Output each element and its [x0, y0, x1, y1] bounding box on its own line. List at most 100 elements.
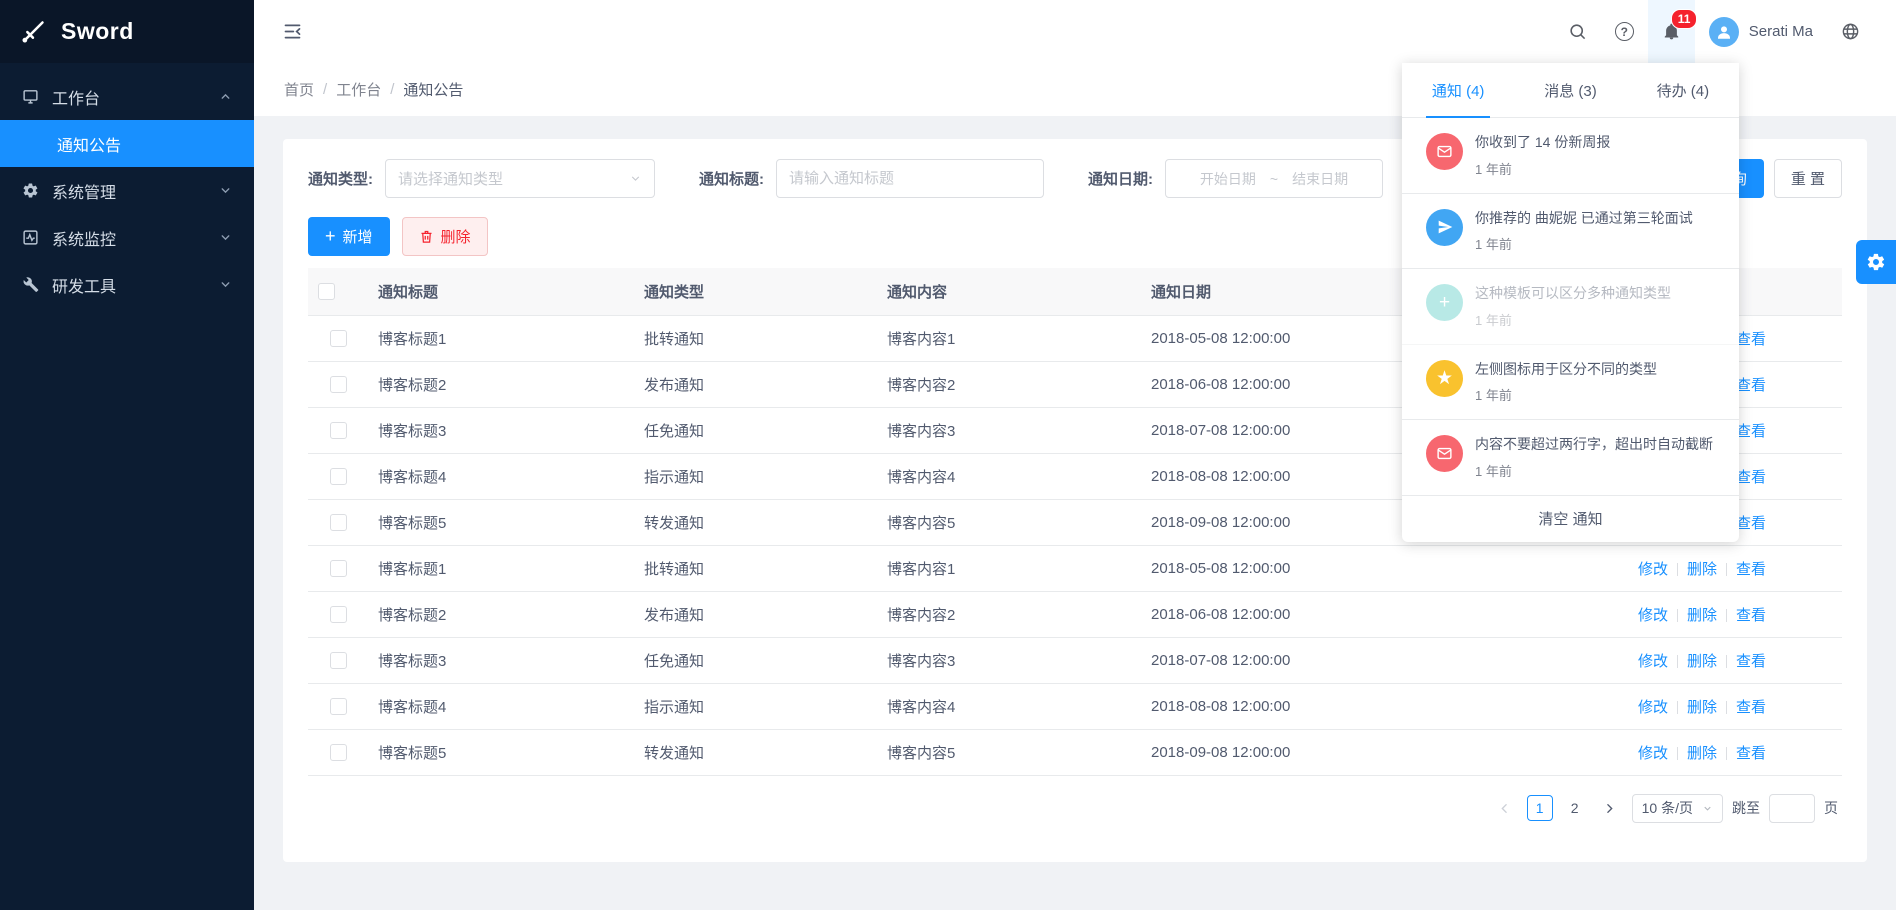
date-start-placeholder: 开始日期 [1200, 169, 1256, 189]
page-number-1[interactable]: 1 [1527, 795, 1553, 821]
reset-button[interactable]: 重 置 [1774, 159, 1842, 198]
theme-settings-button[interactable] [1856, 240, 1896, 284]
notice-type-select[interactable]: 请选择通知类型 [385, 159, 655, 198]
delete-button[interactable]: 删除 [402, 217, 488, 256]
notification-item[interactable]: ★ 左侧图标用于区分不同的类型 1 年前 [1402, 345, 1739, 421]
view-link[interactable]: 查看 [1736, 607, 1766, 624]
delete-link[interactable]: 删除 [1687, 745, 1717, 762]
delete-link[interactable]: 删除 [1687, 699, 1717, 716]
chevron-down-icon [219, 231, 232, 244]
chevron-down-icon [219, 278, 232, 291]
view-link[interactable]: 查看 [1736, 331, 1766, 348]
cell-date: 2018-07-08 12:00:00 [1141, 407, 1421, 453]
menu-fold-icon[interactable] [276, 15, 309, 48]
jump-page-input[interactable] [1769, 794, 1815, 823]
sidebar-item-notice[interactable]: 通知公告 [0, 120, 254, 167]
edit-link[interactable]: 修改 [1638, 561, 1668, 578]
select-all-checkbox[interactable] [318, 283, 335, 300]
chevron-down-icon [219, 184, 232, 197]
help-icon[interactable]: ? [1601, 0, 1648, 63]
filter-title-label: 通知标题: [699, 168, 764, 189]
page-size-select[interactable]: 10 条/页 [1632, 794, 1723, 823]
cell-content: 博客内容3 [877, 637, 1141, 683]
breadcrumb-workbench[interactable]: 工作台 [336, 79, 381, 100]
column-title: 通知标题 [368, 268, 634, 315]
cell-content: 博客内容1 [877, 545, 1141, 591]
cell-title: 博客标题3 [368, 637, 634, 683]
filter-group-title: 通知标题: [699, 159, 1044, 198]
send-icon [1426, 209, 1463, 246]
row-checkbox[interactable] [330, 560, 347, 577]
table-row: 博客标题3 任免通知 博客内容3 2018-07-08 12:00:00 修改删… [308, 637, 1842, 683]
view-link[interactable]: 查看 [1736, 469, 1766, 486]
notice-title-input[interactable] [776, 159, 1044, 198]
notification-body: 你推荐的 曲妮妮 已通过第三轮面试 1 年前 [1475, 209, 1693, 254]
row-checkbox[interactable] [330, 468, 347, 485]
tab-message[interactable]: 消息 (3) [1514, 63, 1626, 117]
breadcrumb-home[interactable]: 首页 [284, 79, 314, 100]
sidebar-item-system[interactable]: 系统管理 [0, 167, 254, 214]
notification-title: 这种模板可以区分多种通知类型 [1475, 284, 1671, 304]
star-glyph: ★ [1436, 369, 1453, 388]
row-checkbox[interactable] [330, 514, 347, 531]
view-link[interactable]: 查看 [1736, 699, 1766, 716]
row-checkbox[interactable] [330, 330, 347, 347]
gear-icon [22, 182, 39, 199]
edit-link[interactable]: 修改 [1638, 745, 1668, 762]
pagination: 1 2 10 条/页 跳至 页 [308, 794, 1842, 823]
cell-date: 2018-09-08 12:00:00 [1141, 499, 1421, 545]
row-checkbox[interactable] [330, 652, 347, 669]
row-checkbox[interactable] [330, 744, 347, 761]
date-range-picker[interactable]: 开始日期 ~ 结束日期 [1165, 159, 1383, 198]
edit-link[interactable]: 修改 [1638, 653, 1668, 670]
chevron-up-icon [219, 90, 232, 103]
notification-item[interactable]: 你推荐的 曲妮妮 已通过第三轮面试 1 年前 [1402, 194, 1739, 270]
sidebar-item-workbench[interactable]: 工作台 [0, 73, 254, 120]
row-checkbox[interactable] [330, 422, 347, 439]
plus-glyph: + [1439, 293, 1450, 312]
sidebar-item-monitor[interactable]: 系统监控 [0, 214, 254, 261]
cell-type: 指示通知 [634, 683, 877, 729]
add-button-label: 新增 [343, 226, 373, 247]
notification-time: 1 年前 [1475, 464, 1512, 479]
avatar [1709, 17, 1739, 47]
notification-item[interactable]: 你收到了 14 份新周报 1 年前 [1402, 118, 1739, 194]
sidebar: Sword 工作台 通知公告 系统管理 [0, 0, 254, 910]
wrench-icon [22, 276, 39, 293]
mail-icon [1426, 435, 1463, 472]
tab-notice[interactable]: 通知 (4) [1402, 63, 1514, 117]
delete-link[interactable]: 删除 [1687, 607, 1717, 624]
row-checkbox[interactable] [330, 376, 347, 393]
view-link[interactable]: 查看 [1736, 653, 1766, 670]
page-number-2[interactable]: 2 [1562, 795, 1588, 821]
view-link[interactable]: 查看 [1736, 377, 1766, 394]
language-globe-icon[interactable] [1827, 0, 1874, 63]
add-button[interactable]: + 新增 [308, 217, 390, 256]
clear-notifications-button[interactable]: 清空 通知 [1402, 496, 1739, 542]
sidebar-item-label: 系统管理 [52, 179, 116, 203]
view-link[interactable]: 查看 [1736, 561, 1766, 578]
next-page-icon[interactable] [1597, 795, 1623, 821]
table-row: 博客标题2 发布通知 博客内容2 2018-06-08 12:00:00 修改删… [308, 591, 1842, 637]
plus-icon: + [325, 227, 336, 245]
edit-link[interactable]: 修改 [1638, 699, 1668, 716]
view-link[interactable]: 查看 [1736, 745, 1766, 762]
tab-todo[interactable]: 待办 (4) [1627, 63, 1739, 117]
notification-item-read[interactable]: + 这种模板可以区分多种通知类型 1 年前 [1402, 269, 1739, 345]
prev-page-icon[interactable] [1492, 795, 1518, 821]
edit-link[interactable]: 修改 [1638, 607, 1668, 624]
view-link[interactable]: 查看 [1736, 515, 1766, 532]
view-link[interactable]: 查看 [1736, 423, 1766, 440]
notification-item[interactable]: 内容不要超过两行字，超出时自动截断 1 年前 [1402, 420, 1739, 496]
sidebar-item-devtools[interactable]: 研发工具 [0, 261, 254, 308]
breadcrumb-separator: / [390, 81, 394, 98]
user-menu[interactable]: Serati Ma [1695, 0, 1827, 63]
delete-link[interactable]: 删除 [1687, 561, 1717, 578]
notification-bell-button[interactable]: 11 [1648, 0, 1695, 63]
breadcrumb-separator: / [323, 81, 327, 98]
row-checkbox[interactable] [330, 698, 347, 715]
row-checkbox[interactable] [330, 606, 347, 623]
notification-title: 你推荐的 曲妮妮 已通过第三轮面试 [1475, 209, 1693, 229]
delete-link[interactable]: 删除 [1687, 653, 1717, 670]
search-icon[interactable] [1554, 0, 1601, 63]
